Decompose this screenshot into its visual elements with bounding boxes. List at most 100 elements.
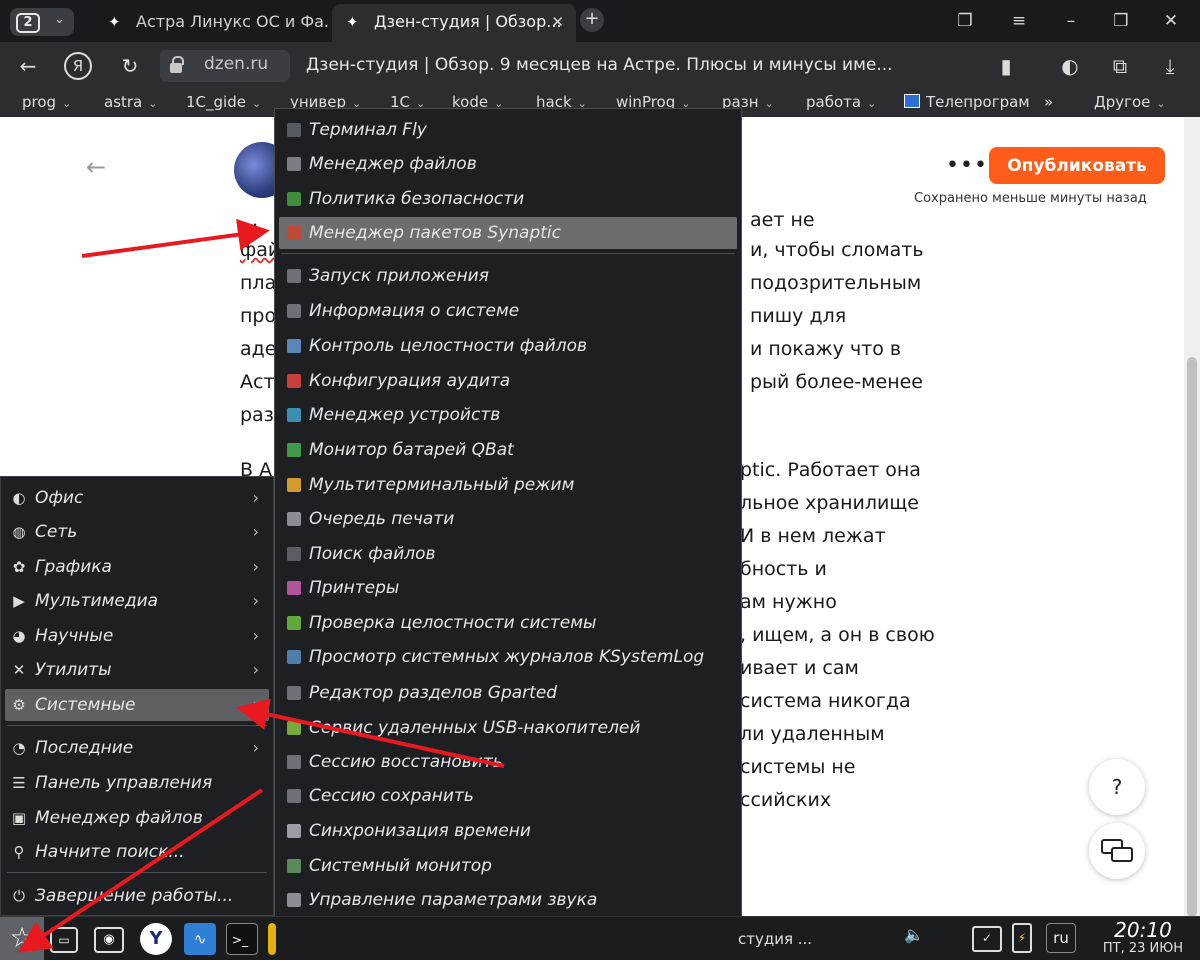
system-menu-item[interactable]: Монитор батарей QBat bbox=[279, 434, 737, 466]
bookmark-tv-program[interactable]: Телепрограм bbox=[904, 93, 1030, 111]
system-menu-item-label: Сессию сохранить bbox=[309, 786, 474, 806]
article-line: и, чтобы сломать bbox=[750, 239, 924, 261]
system-menu-item-label: Очередь печати bbox=[309, 509, 455, 529]
system-menu-item[interactable]: Сессию сохранить bbox=[279, 780, 737, 812]
browser-nav-bar: ← Я ↻ dzen.ru Дзен-студия | Обзор. 9 мес… bbox=[0, 42, 1200, 90]
start-menu-item[interactable]: ☰ Панель управления bbox=[5, 767, 269, 799]
system-monitor-icon[interactable]: ∿ bbox=[184, 923, 216, 955]
system-menu-item-label: Информация о системе bbox=[309, 301, 520, 321]
restore-button[interactable]: ❒ bbox=[1106, 6, 1136, 36]
tab-list-button[interactable]: 2 ⌄ bbox=[10, 8, 74, 36]
start-menu-item[interactable]: ✕ Утилиты › bbox=[5, 654, 269, 686]
publish-button[interactable]: Опубликовать bbox=[989, 147, 1165, 184]
start-menu-item[interactable]: ◍ Сеть › bbox=[5, 516, 269, 548]
page-scrollbar[interactable] bbox=[1184, 117, 1200, 917]
more-bookmarks-icon[interactable]: » bbox=[1044, 93, 1053, 111]
windows-switcher-icon[interactable]: ▭ bbox=[50, 927, 78, 953]
start-menu-item[interactable]: ✿ Графика › bbox=[5, 551, 269, 583]
reload-button[interactable]: ↻ bbox=[114, 50, 146, 82]
bookmark-folder[interactable]: работа ⌄ bbox=[806, 93, 876, 111]
start-menu-item[interactable]: ⏻ Завершение работы... bbox=[5, 880, 269, 912]
system-menu-item[interactable]: Терминал Fly bbox=[279, 114, 737, 146]
system-menu-item[interactable]: Информация о системе bbox=[279, 295, 737, 327]
bookmark-folder[interactable]: astra ⌄ bbox=[104, 93, 157, 111]
yandex-browser-icon[interactable]: Y bbox=[140, 923, 172, 955]
article-line: ... bbox=[240, 209, 259, 231]
start-menu-item[interactable]: ◔ Последние › bbox=[5, 732, 269, 764]
file-integrity-icon bbox=[287, 339, 301, 353]
address-bar[interactable]: dzen.ru bbox=[160, 50, 290, 82]
chevron-right-icon: › bbox=[252, 626, 259, 645]
taskbar-window-label[interactable]: студия ... bbox=[738, 930, 812, 948]
chevron-right-icon: › bbox=[252, 488, 259, 507]
system-menu-item[interactable]: Конфигурация аудита bbox=[279, 365, 737, 397]
back-button[interactable]: ← bbox=[12, 50, 44, 82]
system-menu-item[interactable]: Сессию восстановить bbox=[279, 746, 737, 778]
system-menu-item[interactable]: Менеджер пакетов Synaptic bbox=[279, 217, 737, 249]
back-arrow-icon[interactable]: ← bbox=[86, 153, 106, 181]
system-menu-item[interactable]: Системный монитор bbox=[279, 850, 737, 882]
system-menu-item[interactable]: Управление параметрами звука bbox=[279, 884, 737, 916]
start-menu-item[interactable]: ▣ Менеджер файлов bbox=[5, 802, 269, 834]
system-menu-item[interactable]: Политика безопасности bbox=[279, 183, 737, 215]
menu-separator bbox=[281, 253, 735, 254]
minimize-button[interactable]: – bbox=[1056, 6, 1086, 36]
bookmark-folder[interactable]: prog ⌄ bbox=[22, 93, 71, 111]
extension-icon[interactable]: ◐ bbox=[1054, 50, 1086, 82]
synaptic-icon bbox=[287, 226, 301, 240]
system-menu-item[interactable]: Проверка целостности системы bbox=[279, 607, 737, 639]
system-menu-item[interactable]: Сервис удаленных USB-накопителей bbox=[279, 712, 737, 744]
system-menu-item[interactable]: Менеджер файлов bbox=[279, 148, 737, 180]
gparted-icon bbox=[287, 686, 301, 700]
start-menu-item-label: Начните поиск... bbox=[35, 842, 185, 862]
bookmarks-panel-icon[interactable]: ❐ bbox=[950, 6, 980, 36]
terminal-icon[interactable]: >_ bbox=[226, 923, 258, 955]
chat-button[interactable] bbox=[1089, 823, 1145, 879]
start-menu-button[interactable]: ☆ bbox=[0, 917, 44, 960]
new-tab-button[interactable]: + bbox=[580, 8, 604, 32]
other-bookmarks[interactable]: Другое ⌄ bbox=[1094, 93, 1166, 111]
file-manager-icon[interactable]: ◉ bbox=[94, 927, 124, 953]
article-line: ам нужно bbox=[740, 591, 837, 613]
network-status-icon[interactable]: ✓ bbox=[972, 926, 1002, 952]
tab-astra[interactable]: ✦ Астра Линукс ОС и Фа... bbox=[94, 4, 330, 42]
system-menu-item[interactable]: Мультитерминальный режим bbox=[279, 469, 737, 501]
battery-icon[interactable]: ⚡ bbox=[1012, 923, 1032, 953]
printers-icon bbox=[287, 581, 301, 595]
close-window-button[interactable]: ✕ bbox=[1156, 6, 1186, 36]
start-menu-item[interactable]: ⚲ Начните поиск... bbox=[5, 836, 269, 868]
close-tab-icon[interactable]: ✕ bbox=[551, 4, 564, 40]
system-menu-item[interactable]: Запуск приложения bbox=[279, 260, 737, 292]
system-menu-item[interactable]: Редактор разделов Gparted bbox=[279, 677, 737, 709]
system-menu-item[interactable]: Синхронизация времени bbox=[279, 815, 737, 847]
clock[interactable]: 20:10 ПТ, 23 ИЮН bbox=[1086, 917, 1200, 960]
downloads-icon[interactable]: ⤓ bbox=[1154, 50, 1186, 82]
translate-icon[interactable]: ⧉ bbox=[1104, 50, 1136, 82]
system-menu-item[interactable]: Просмотр системных журналов KSystemLog bbox=[279, 641, 737, 673]
clock-time: 20:10 bbox=[1114, 918, 1172, 942]
help-button[interactable]: ? bbox=[1089, 759, 1145, 815]
start-menu-item[interactable]: ◐ Офис › bbox=[5, 482, 269, 514]
more-options-icon[interactable]: ••• bbox=[946, 153, 988, 178]
article-line: системы не bbox=[740, 756, 856, 778]
volume-icon[interactable]: 🔈 bbox=[904, 925, 924, 944]
system-menu-item[interactable]: Контроль целостности файлов bbox=[279, 330, 737, 362]
article-line: про bbox=[240, 305, 277, 327]
start-menu-item-label: Графика bbox=[35, 557, 112, 577]
yandex-icon[interactable]: Я bbox=[64, 52, 92, 80]
app-icon[interactable] bbox=[268, 923, 276, 955]
start-menu-item[interactable]: ◕ Научные › bbox=[5, 620, 269, 652]
scrollbar-thumb[interactable] bbox=[1187, 357, 1197, 917]
bookmark-folder[interactable]: 1C_gide ⌄ bbox=[186, 93, 261, 111]
keyboard-layout-indicator[interactable]: ru bbox=[1046, 923, 1076, 953]
start-menu-item[interactable]: ⚙ Системные › bbox=[5, 689, 269, 721]
system-menu-item[interactable]: Менеджер устройств bbox=[279, 399, 737, 431]
system-menu-item[interactable]: Очередь печати bbox=[279, 503, 737, 535]
menu-icon[interactable]: ≡ bbox=[1004, 6, 1034, 36]
tab-dzen-studio[interactable]: ✦ Дзен-студия | Обзор... ✕ bbox=[332, 4, 576, 42]
run-app-icon bbox=[287, 269, 301, 283]
system-menu-item[interactable]: Принтеры bbox=[279, 572, 737, 604]
system-menu-item[interactable]: Поиск файлов bbox=[279, 538, 737, 570]
bookmark-icon[interactable]: ▮ bbox=[990, 50, 1022, 82]
start-menu-item[interactable]: ▶ Мультимедиа › bbox=[5, 585, 269, 617]
